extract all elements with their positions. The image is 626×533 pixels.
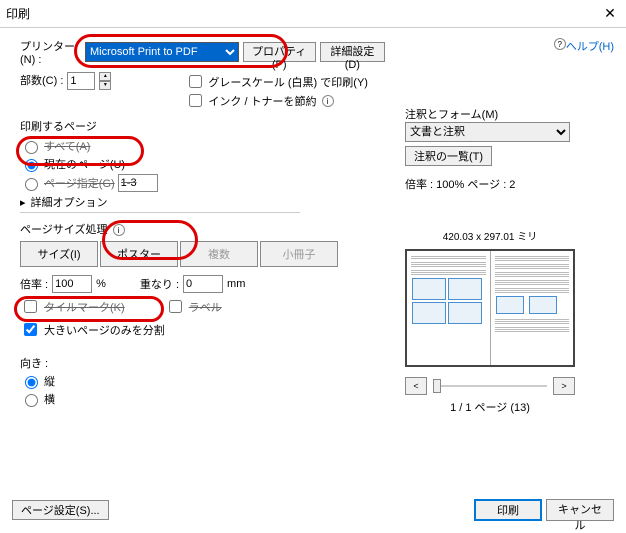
info-icon[interactable]: i xyxy=(322,95,334,107)
landscape-radio[interactable] xyxy=(25,394,38,407)
split-large-checkbox[interactable] xyxy=(24,323,37,336)
scale-label: 倍率 : xyxy=(20,276,48,292)
preview-area xyxy=(405,249,575,367)
savetoner-label: インク / トナーを節約 xyxy=(208,93,316,109)
overlap-label: 重なり : xyxy=(140,276,179,292)
preview-dimensions: 420.03 x 297.01 ミリ xyxy=(405,228,575,243)
overlap-unit: mm xyxy=(227,278,245,290)
copies-input[interactable] xyxy=(67,72,95,90)
range-all-label: すべて(A) xyxy=(44,138,90,154)
range-pages-radio[interactable] xyxy=(25,178,38,191)
copies-label: 部数(C) : xyxy=(20,72,63,88)
booklet-button[interactable]: 小冊子 xyxy=(260,241,338,267)
multiple-button[interactable]: 複数 xyxy=(180,241,258,267)
close-icon[interactable]: ✕ xyxy=(600,5,620,22)
savetoner-checkbox[interactable] xyxy=(189,94,202,107)
page-slider[interactable] xyxy=(433,385,547,387)
pagesize-title: ページサイズ処理 xyxy=(20,224,107,236)
range-all-radio[interactable] xyxy=(25,141,38,154)
annotation-list-button[interactable]: 注釈の一覧(T) xyxy=(405,146,492,166)
range-pages-input[interactable] xyxy=(118,174,158,192)
range-pages-label: ページ指定(G) xyxy=(44,175,115,191)
preview-info: 倍率 : 100% ページ : 2 xyxy=(405,176,614,192)
orientation-title: 向き : xyxy=(20,355,385,371)
grayscale-checkbox[interactable] xyxy=(189,75,202,88)
chevron-right-icon[interactable]: ▸ xyxy=(20,196,26,209)
advanced-button[interactable]: 詳細設定(D) xyxy=(320,42,385,62)
labels-label: ラベル xyxy=(189,299,222,315)
labels-checkbox[interactable] xyxy=(169,300,182,313)
info-icon[interactable]: i xyxy=(113,224,125,236)
printer-select[interactable]: Microsoft Print to PDF xyxy=(85,42,239,62)
help-link[interactable]: ヘルプ(H) xyxy=(566,38,614,54)
grayscale-label: グレースケール (白黒) で印刷(Y) xyxy=(208,74,368,90)
prev-page-button[interactable]: < xyxy=(405,377,427,395)
next-page-button[interactable]: > xyxy=(553,377,575,395)
range-more-label[interactable]: 詳細オプション xyxy=(31,194,108,210)
scale-input[interactable] xyxy=(52,275,92,293)
copies-spinner[interactable]: ▲▼ xyxy=(99,72,111,90)
range-title: 印刷するページ xyxy=(20,118,385,134)
printer-label: プリンター(N) : xyxy=(20,38,81,66)
range-current-label: 現在のページ(U) xyxy=(44,156,125,172)
scale-unit: % xyxy=(96,278,106,290)
poster-button[interactable]: ポスター xyxy=(100,241,178,267)
size-button[interactable]: サイズ(I) xyxy=(20,241,98,267)
tilemark-checkbox[interactable] xyxy=(24,300,37,313)
landscape-label: 横 xyxy=(44,391,55,407)
info-icon[interactable]: ? xyxy=(554,38,566,50)
split-large-label: 大きいページのみを分割 xyxy=(44,322,165,338)
title-bar: 印刷 ✕ xyxy=(0,0,626,28)
range-current-radio[interactable] xyxy=(25,159,38,172)
properties-button[interactable]: プロパティ(P) xyxy=(243,42,316,62)
annotations-select[interactable]: 文書と注釈 xyxy=(405,122,570,142)
window-title: 印刷 xyxy=(6,5,30,22)
print-button[interactable]: 印刷 xyxy=(474,499,542,521)
page-setup-button[interactable]: ページ設定(S)... xyxy=(12,500,109,520)
annotations-title: 注釈とフォーム(M) xyxy=(405,106,614,122)
page-count: 1 / 1 ページ (13) xyxy=(405,399,575,415)
portrait-radio[interactable] xyxy=(25,376,38,389)
cancel-button[interactable]: キャンセル xyxy=(546,499,614,521)
tilemark-label: タイルマーク(K) xyxy=(44,299,125,315)
overlap-input[interactable] xyxy=(183,275,223,293)
portrait-label: 縦 xyxy=(44,373,55,389)
